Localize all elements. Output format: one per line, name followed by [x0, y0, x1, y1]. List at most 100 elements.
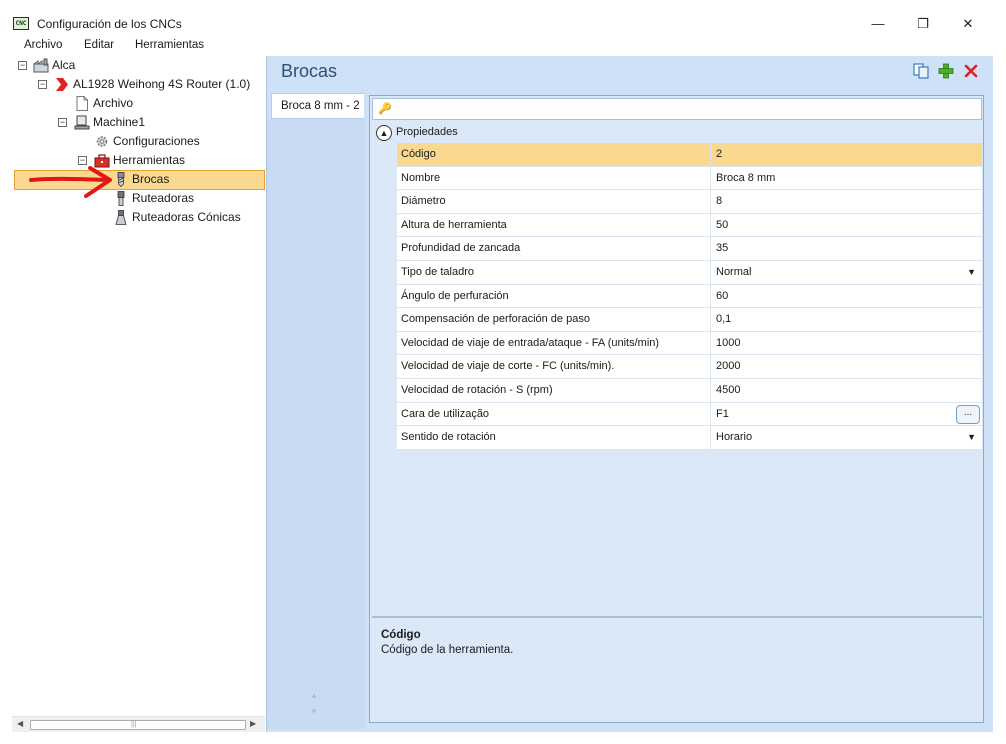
- property-name: Nombre: [397, 166, 711, 191]
- tree-view: − Alca − AL1928 Weihong 4S Router (1.0) …: [12, 56, 265, 732]
- minimize-button[interactable]: —: [855, 12, 901, 36]
- property-dropdown[interactable]: Normal ▼: [711, 261, 982, 285]
- document-icon: [76, 96, 88, 111]
- property-dropdown[interactable]: Horario ▼: [711, 426, 982, 450]
- property-value: F1: [716, 407, 729, 420]
- property-value[interactable]: 35: [711, 237, 982, 261]
- property-row-profundidad[interactable]: Profundidad de zancada 35: [372, 237, 982, 261]
- tree-horizontal-scrollbar[interactable]: ◀ ||| ▶: [12, 716, 265, 732]
- dropdown-arrow-icon[interactable]: ▼: [967, 261, 976, 284]
- property-name: Profundidad de zancada: [397, 237, 711, 261]
- scroll-left-icon[interactable]: ◀: [17, 719, 23, 728]
- maximize-button[interactable]: ❐: [900, 12, 946, 36]
- property-name: Diámetro: [397, 190, 711, 214]
- property-row-compensacion[interactable]: Compensación de perforación de paso 0,1: [372, 308, 982, 332]
- property-name: Sentido de rotación: [397, 426, 711, 450]
- dropdown-value: Normal: [716, 266, 752, 278]
- tree-item-router[interactable]: − AL1928 Weihong 4S Router (1.0): [12, 75, 262, 94]
- property-row-cara-utilizacao[interactable]: Cara de utilização F1 ...: [372, 402, 982, 427]
- scroll-down-icon[interactable]: ▼: [310, 707, 318, 716]
- property-value[interactable]: 60: [711, 284, 982, 309]
- add-icon[interactable]: [937, 62, 955, 80]
- property-value[interactable]: Broca 8 mm: [711, 166, 982, 191]
- dropdown-value: Horario: [716, 431, 753, 444]
- property-value[interactable]: 2: [711, 143, 982, 167]
- menu-bar: Archivo Editar Herramientas: [0, 36, 1006, 55]
- tree-label: Configuraciones: [113, 134, 200, 148]
- tree-label: Archivo: [93, 96, 134, 110]
- property-value[interactable]: 2000: [711, 355, 982, 379]
- chevron-logo-icon: [56, 78, 68, 91]
- collapse-icon[interactable]: −: [78, 156, 87, 165]
- tree-label: Ruteadoras Cónicas: [132, 210, 241, 224]
- gear-icon: [96, 136, 108, 147]
- red-arrow-annotation: [29, 166, 112, 198]
- property-name: Altura de herramienta: [397, 213, 711, 238]
- property-name: Velocidad de rotación - S (rpm): [397, 379, 711, 403]
- dropdown-arrow-icon[interactable]: ▼: [967, 426, 976, 449]
- tree-item-configuraciones[interactable]: Configuraciones: [12, 132, 262, 151]
- property-value[interactable]: 0,1: [711, 308, 982, 332]
- collapse-category-icon[interactable]: ▲: [376, 125, 392, 141]
- ellipsis-button[interactable]: ...: [956, 404, 980, 424]
- search-input[interactable]: 🔑: [372, 98, 982, 120]
- property-row-velocidad-corte[interactable]: Velocidad de viaje de corte - FC (units/…: [372, 355, 982, 379]
- tree-item-alca[interactable]: − Alca: [12, 56, 262, 75]
- scroll-up-icon[interactable]: ▲: [310, 691, 318, 700]
- title-bar: CNC Configuración de los CNCs — ❐ ✕: [0, 0, 1006, 36]
- tree-item-ruteadoras-conicas[interactable]: Ruteadoras Cónicas: [12, 208, 262, 227]
- property-name: Cara de utilização: [397, 402, 711, 427]
- property-value[interactable]: 50: [711, 213, 982, 238]
- collapse-icon[interactable]: −: [18, 61, 27, 70]
- window-title: Configuración de los CNCs: [37, 17, 182, 31]
- tab-broca-8mm[interactable]: Broca 8 mm - 2: [271, 93, 364, 119]
- grip-icon: |||: [131, 721, 137, 728]
- description-text: Código de la herramienta.: [381, 644, 514, 656]
- delete-icon[interactable]: [962, 62, 980, 80]
- scrollbar-thumb[interactable]: |||: [30, 720, 246, 730]
- tab-strip: ▲ ▼: [267, 119, 365, 729]
- property-row-velocidad-entrada[interactable]: Velocidad de viaje de entrada/ataque - F…: [372, 331, 982, 356]
- tree-label: Alca: [52, 58, 76, 72]
- property-row-altura[interactable]: Altura de herramienta 50: [372, 213, 982, 238]
- menu-editar[interactable]: Editar: [84, 39, 114, 51]
- property-row-codigo[interactable]: Código 2: [372, 143, 982, 167]
- property-row-sentido-rotacion[interactable]: Sentido de rotación Horario ▼: [372, 426, 982, 450]
- property-row-velocidad-rotacion[interactable]: Velocidad de rotación - S (rpm) 4500: [372, 379, 982, 403]
- tree-label: Machine1: [93, 115, 146, 129]
- page-title: Brocas: [281, 61, 338, 81]
- cnc-app-icon: CNC: [13, 17, 29, 30]
- tree-label: Ruteadoras: [132, 191, 195, 205]
- copy-icon[interactable]: [912, 62, 930, 80]
- property-row-nombre[interactable]: Nombre Broca 8 mm: [372, 166, 982, 191]
- property-name: Velocidad de viaje de entrada/ataque - F…: [397, 331, 711, 356]
- tree-label: Herramientas: [113, 153, 186, 167]
- collapse-icon[interactable]: −: [58, 118, 67, 127]
- menu-archivo[interactable]: Archivo: [24, 39, 62, 51]
- close-window-button[interactable]: ✕: [945, 12, 991, 36]
- tree-item-archivo[interactable]: Archivo: [12, 94, 262, 113]
- tree-label: AL1928 Weihong 4S Router (1.0): [73, 77, 251, 91]
- description-title: Código: [381, 629, 421, 641]
- collapse-icon[interactable]: −: [38, 80, 47, 89]
- property-value[interactable]: 1000: [711, 331, 982, 356]
- description-pane: Código Código de la herramienta.: [372, 616, 982, 720]
- property-value[interactable]: 4500: [711, 379, 982, 403]
- search-icon: 🔑: [378, 103, 392, 115]
- property-row-diametro[interactable]: Diámetro 8: [372, 190, 982, 214]
- machine-icon: [74, 115, 90, 130]
- property-row-tipo-taladro[interactable]: Tipo de taladro Normal ▼: [372, 261, 982, 285]
- scroll-right-icon[interactable]: ▶: [250, 719, 256, 728]
- property-name: Tipo de taladro: [397, 261, 711, 285]
- tree-item-machine1[interactable]: − Machine1: [12, 113, 262, 132]
- property-name: Ángulo de perfuración: [397, 284, 711, 309]
- property-row-angulo[interactable]: Ángulo de perfuración 60: [372, 284, 982, 309]
- conical-bit-icon: [115, 210, 127, 225]
- property-value-with-button[interactable]: F1 ...: [711, 402, 982, 427]
- menu-herramientas[interactable]: Herramientas: [135, 39, 204, 51]
- category-row[interactable]: ▲ Propiedades: [372, 123, 982, 143]
- property-name: Compensación de perforación de paso: [397, 308, 711, 332]
- tree-label: Brocas: [132, 172, 170, 186]
- property-name: Velocidad de viaje de corte - FC (units/…: [397, 355, 711, 379]
- property-value[interactable]: 8: [711, 190, 982, 214]
